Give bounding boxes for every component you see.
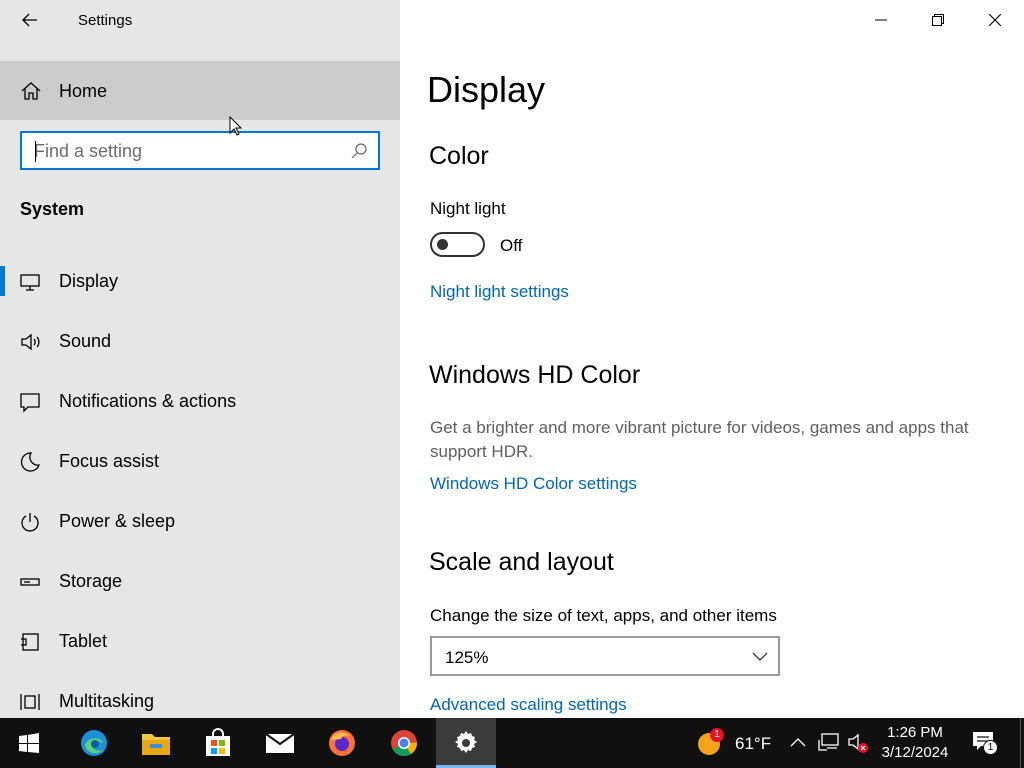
settings-sidebar: Settings Home System Display Sound Notif… xyxy=(0,0,400,718)
sidebar-item-notifications[interactable]: Notifications & actions xyxy=(0,376,400,428)
start-icon xyxy=(19,733,39,753)
text-caret xyxy=(35,141,36,162)
tablet-icon xyxy=(21,633,39,651)
notification-icon xyxy=(20,393,40,413)
notification-count-badge: 1 xyxy=(983,740,998,755)
edge-icon xyxy=(81,730,107,756)
monitor-icon xyxy=(20,274,40,291)
chevron-up-icon[interactable] xyxy=(790,737,806,747)
weather-temperature[interactable]: 61°F xyxy=(735,734,771,754)
sidebar-item-storage[interactable]: Storage xyxy=(0,556,400,608)
section-title-system: System xyxy=(20,199,85,219)
sidebar-item-label: Multitasking xyxy=(59,691,155,711)
clock-date: 3/12/2024 xyxy=(881,744,949,761)
toggle-knob xyxy=(437,239,448,250)
home-nav-item[interactable]: Home xyxy=(0,61,400,120)
taskbar-chrome[interactable] xyxy=(374,718,434,768)
night-light-label: Night light xyxy=(430,199,506,218)
start-button[interactable] xyxy=(0,718,58,768)
scale-dropdown-value: 125% xyxy=(445,648,489,667)
home-icon xyxy=(21,82,41,100)
taskbar-settings[interactable] xyxy=(436,718,496,768)
minimize-button[interactable] xyxy=(852,0,909,40)
firefox-icon xyxy=(329,730,355,756)
network-icon[interactable] xyxy=(818,732,840,752)
mail-icon xyxy=(265,733,295,753)
taskbar-edge[interactable] xyxy=(64,718,124,768)
sidebar-item-label: Storage xyxy=(59,571,123,591)
weather-widget[interactable]: 1 xyxy=(697,728,724,756)
sidebar-item-label: Tablet xyxy=(59,631,108,651)
back-arrow-icon xyxy=(22,13,37,27)
store-icon xyxy=(206,728,230,756)
app-title: Settings xyxy=(78,12,133,29)
title-bar-left: Settings xyxy=(0,0,400,40)
sidebar-item-power-sleep[interactable]: Power & sleep xyxy=(0,496,400,548)
sidebar-item-display[interactable]: Display xyxy=(0,256,400,308)
sidebar-item-label: Sound xyxy=(59,331,112,351)
hdr-settings-link[interactable]: Windows HD Color settings xyxy=(430,474,637,494)
minimize-icon xyxy=(874,19,887,21)
action-center-button[interactable]: 1 xyxy=(972,730,998,756)
moon-icon xyxy=(20,452,40,472)
search-input[interactable] xyxy=(34,140,334,162)
taskbar-firefox[interactable] xyxy=(312,718,372,768)
taskbar: 1 61°F 1:26 PM 3/12/2024 1 xyxy=(0,718,1024,768)
speaker-icon xyxy=(21,333,40,351)
night-light-toggle[interactable] xyxy=(430,232,485,257)
taskbar-file-explorer[interactable] xyxy=(126,718,186,768)
sidebar-item-label: Focus assist xyxy=(59,451,160,471)
sidebar-item-label: Notifications & actions xyxy=(59,391,237,411)
scale-heading: Scale and layout xyxy=(429,548,614,576)
settings-content: Display Color Night light Off Night ligh… xyxy=(400,0,1024,718)
sidebar-item-sound[interactable]: Sound xyxy=(0,316,400,368)
close-button[interactable] xyxy=(966,0,1023,40)
chrome-icon xyxy=(391,730,418,757)
scale-size-label: Change the size of text, apps, and other… xyxy=(430,606,777,625)
back-button[interactable] xyxy=(12,6,48,34)
scale-dropdown[interactable]: 125% xyxy=(430,636,780,676)
clock[interactable]: 1:26 PM 3/12/2024 xyxy=(870,723,960,763)
show-desktop-button[interactable] xyxy=(1020,718,1021,768)
night-light-settings-link[interactable]: Night light settings xyxy=(430,282,569,302)
clock-time: 1:26 PM xyxy=(887,724,943,741)
home-label: Home xyxy=(59,81,108,101)
chevron-down-icon xyxy=(752,652,768,661)
volume-muted-icon[interactable] xyxy=(847,732,869,754)
search-icon[interactable] xyxy=(350,142,368,160)
search-box[interactable] xyxy=(20,131,380,170)
file-explorer-icon xyxy=(142,734,170,755)
multitasking-icon xyxy=(20,694,40,710)
color-heading: Color xyxy=(429,142,489,170)
sidebar-item-focus-assist[interactable]: Focus assist xyxy=(0,436,400,488)
sidebar-item-label: Display xyxy=(59,271,119,291)
page-title: Display xyxy=(427,69,546,110)
taskbar-mail[interactable] xyxy=(250,718,310,768)
power-icon xyxy=(21,513,39,532)
sidebar-item-label: Power & sleep xyxy=(59,511,176,531)
hdr-heading: Windows HD Color xyxy=(429,361,641,389)
restore-button[interactable] xyxy=(909,0,966,40)
night-light-state: Off xyxy=(500,236,523,255)
weather-badge: 1 xyxy=(710,728,724,742)
settings-icon xyxy=(455,731,477,753)
mouse-pointer-icon xyxy=(229,116,243,136)
taskbar-store[interactable] xyxy=(188,718,248,768)
close-icon xyxy=(988,14,1001,26)
sidebar-item-tablet[interactable]: Tablet xyxy=(0,616,400,668)
advanced-scaling-link[interactable]: Advanced scaling settings xyxy=(430,695,627,715)
storage-icon xyxy=(20,578,40,586)
hdr-description: Get a brighter and more vibrant picture … xyxy=(430,418,969,461)
restore-icon xyxy=(931,14,944,26)
